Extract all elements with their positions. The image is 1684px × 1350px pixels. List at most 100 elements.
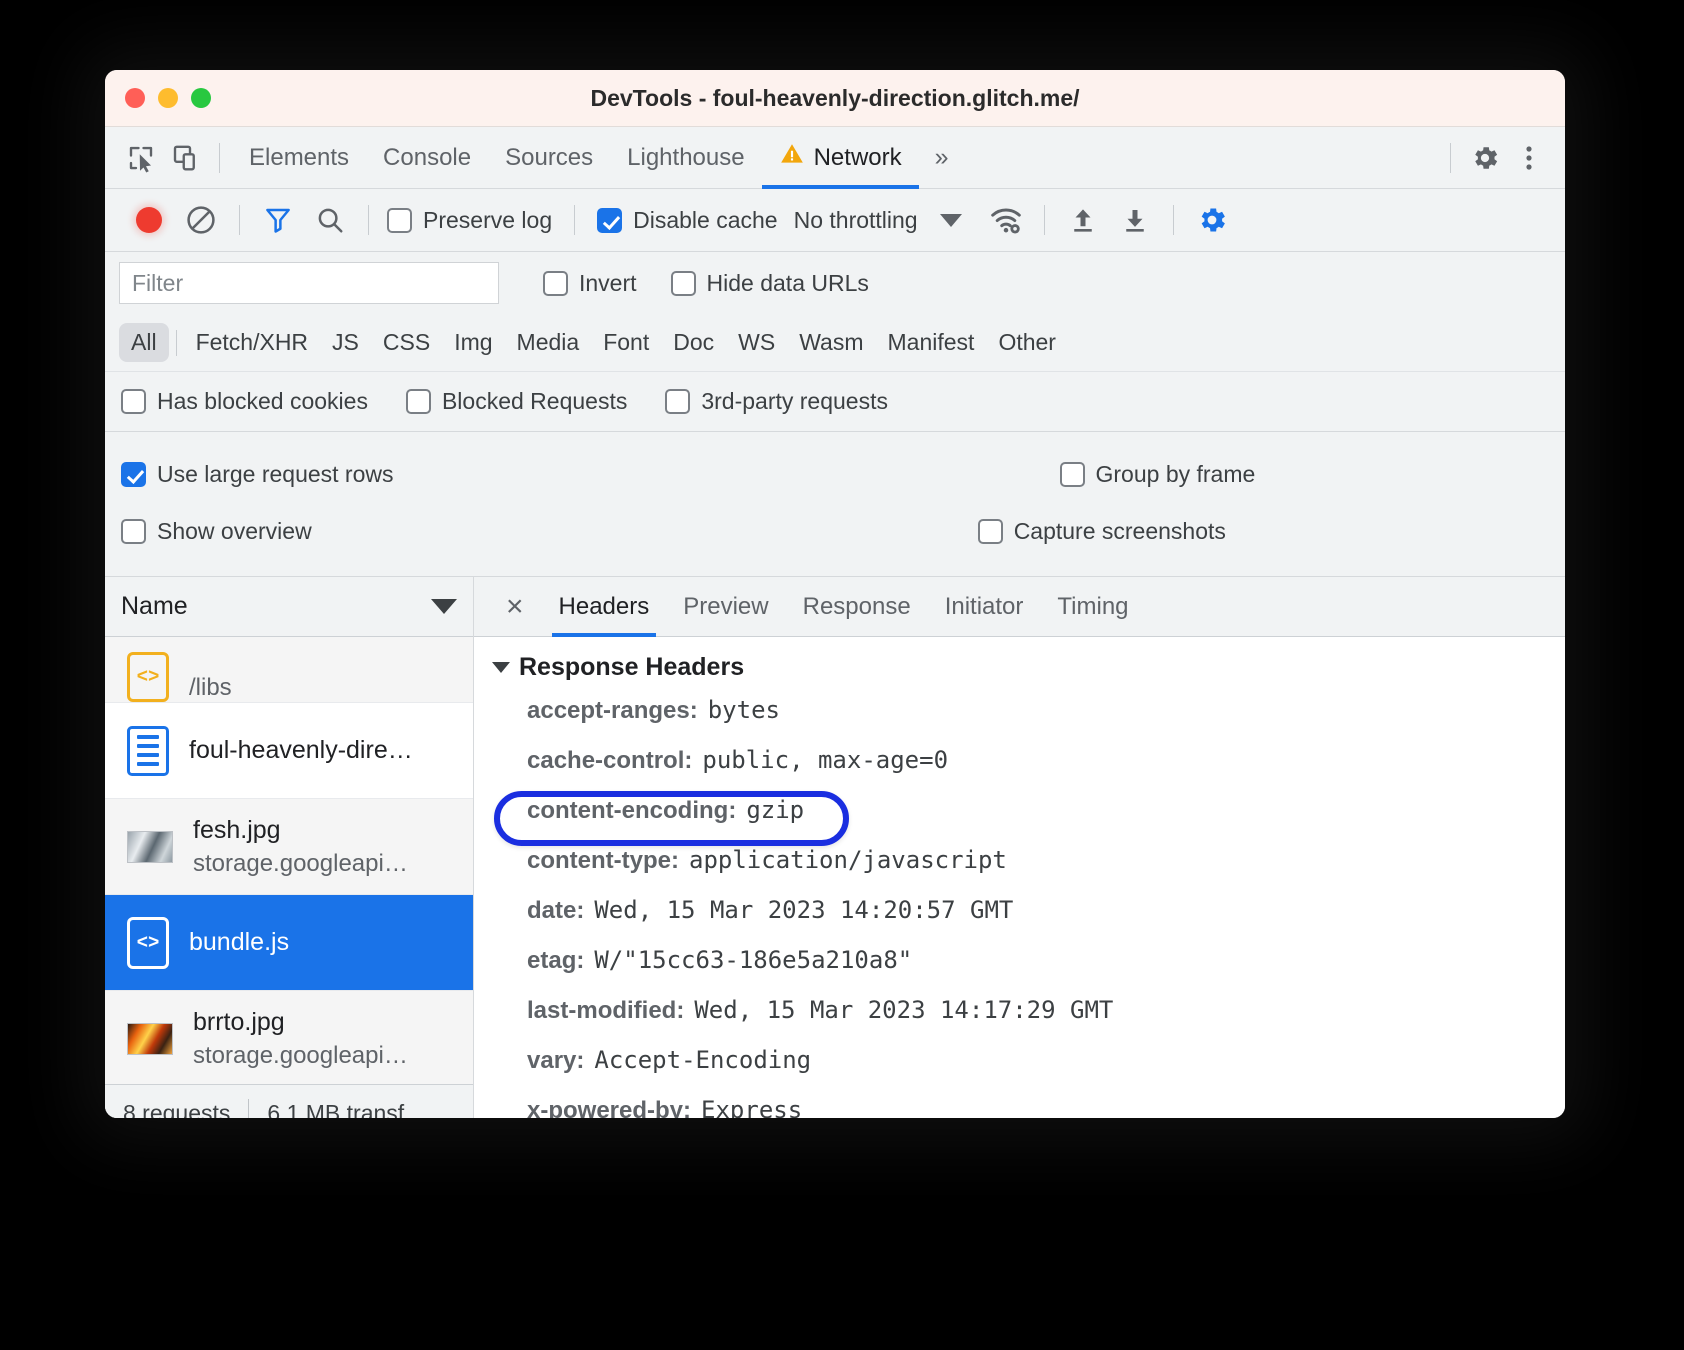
- preserve-log-label: Preserve log: [423, 207, 552, 234]
- tab-sources[interactable]: Sources: [488, 127, 610, 189]
- table-row[interactable]: <> /libs: [105, 637, 473, 703]
- throttling-select[interactable]: No throttling: [794, 207, 918, 234]
- record-button[interactable]: [123, 194, 175, 246]
- tab-initiator[interactable]: Initiator: [928, 577, 1041, 637]
- has-blocked-cookies-box: [121, 389, 146, 414]
- import-har-icon[interactable]: [1057, 194, 1109, 246]
- type-chip-all[interactable]: All: [119, 323, 169, 362]
- close-icon[interactable]: ×: [488, 592, 542, 622]
- type-chip-js[interactable]: JS: [320, 323, 371, 362]
- group-by-frame-checkbox[interactable]: Group by frame: [1060, 461, 1256, 488]
- detail-tab-strip: × Headers Preview Response Initiator Tim…: [474, 577, 1565, 637]
- table-row[interactable]: fesh.jpg storage.googleapi…: [105, 799, 473, 895]
- more-tabs-icon[interactable]: »: [919, 143, 965, 172]
- capture-screenshots-box: [978, 519, 1003, 544]
- tab-elements[interactable]: Elements: [232, 127, 366, 189]
- network-settings-gear-icon[interactable]: [1186, 194, 1238, 246]
- header-row-vary: vary: Accept-Encoding: [474, 1046, 1565, 1096]
- header-value: gzip: [746, 796, 804, 824]
- type-chip-wasm[interactable]: Wasm: [787, 323, 875, 362]
- header-value: Accept-Encoding: [594, 1046, 811, 1074]
- tab-lighthouse[interactable]: Lighthouse: [610, 127, 761, 189]
- tab-lighthouse-label: Lighthouse: [627, 144, 744, 172]
- toolbar-divider: [219, 143, 220, 173]
- kebab-menu-icon[interactable]: [1507, 136, 1551, 180]
- js-file-icon: <>: [127, 917, 169, 969]
- hide-data-urls-box: [671, 271, 696, 296]
- header-value: public, max-age=0: [702, 746, 948, 774]
- type-chip-other[interactable]: Other: [986, 323, 1068, 362]
- tab-network[interactable]: Network: [762, 127, 919, 189]
- header-value: W/"15cc63-186e5a210a8": [594, 946, 912, 974]
- response-headers-section-toggle[interactable]: Response Headers: [474, 653, 1565, 682]
- traffic-lights: [125, 88, 211, 108]
- search-icon[interactable]: [304, 194, 356, 246]
- device-toolbar-icon[interactable]: [163, 136, 207, 180]
- invert-checkbox[interactable]: Invert: [543, 270, 637, 297]
- use-large-request-rows-checkbox[interactable]: Use large request rows: [121, 461, 394, 488]
- filter-bar: Invert Hide data URLs: [105, 252, 1565, 314]
- capture-screenshots-checkbox[interactable]: Capture screenshots: [978, 518, 1226, 545]
- header-row-x-powered-by: x-powered-by: Express: [474, 1096, 1565, 1118]
- type-chip-media[interactable]: Media: [505, 323, 592, 362]
- image-thumbnail-icon: [127, 831, 173, 863]
- filter-input[interactable]: [119, 262, 499, 304]
- tab-timing[interactable]: Timing: [1040, 577, 1145, 637]
- type-chip-img[interactable]: Img: [442, 323, 504, 362]
- settings-row-1: Use large request rows Group by frame: [105, 446, 1565, 503]
- tab-response[interactable]: Response: [786, 577, 928, 637]
- sort-descending-caret-icon[interactable]: [431, 599, 457, 614]
- title-bar: DevTools - foul-heavenly-direction.glitc…: [105, 70, 1565, 127]
- column-header-label: Name: [121, 592, 188, 621]
- request-name: bundle.js: [189, 928, 289, 957]
- preserve-log-checkbox[interactable]: Preserve log: [387, 207, 552, 234]
- hide-data-urls-checkbox[interactable]: Hide data URLs: [671, 270, 869, 297]
- maximize-window-button[interactable]: [191, 88, 211, 108]
- show-overview-checkbox[interactable]: Show overview: [121, 518, 312, 545]
- blocked-requests-label: Blocked Requests: [442, 388, 627, 415]
- tab-headers[interactable]: Headers: [542, 577, 667, 637]
- disable-cache-checkbox[interactable]: Disable cache: [597, 207, 777, 234]
- minimize-window-button[interactable]: [158, 88, 178, 108]
- third-party-requests-checkbox[interactable]: 3rd-party requests: [665, 388, 888, 415]
- header-value: Wed, 15 Mar 2023 14:17:29 GMT: [694, 996, 1113, 1024]
- type-chip-ws[interactable]: WS: [726, 323, 787, 362]
- transferred-size: 6.1 MB transf: [267, 1100, 404, 1118]
- chevron-down-icon[interactable]: [940, 214, 962, 227]
- type-chip-doc[interactable]: Doc: [661, 323, 726, 362]
- has-blocked-cookies-checkbox[interactable]: Has blocked cookies: [121, 388, 368, 415]
- tab-sources-label: Sources: [505, 144, 593, 172]
- filter-funnel-icon[interactable]: [252, 194, 304, 246]
- close-window-button[interactable]: [125, 88, 145, 108]
- tab-network-label: Network: [814, 144, 902, 172]
- export-har-icon[interactable]: [1109, 194, 1161, 246]
- response-headers-section-label: Response Headers: [519, 653, 744, 682]
- request-rows[interactable]: <> /libs foul-heavenly-dire…: [105, 637, 473, 1084]
- network-status-bar: 8 requests 6.1 MB transf: [105, 1084, 473, 1118]
- toolbar-divider-1: [239, 205, 240, 235]
- header-name: date:: [527, 897, 584, 925]
- network-conditions-icon[interactable]: [980, 194, 1032, 246]
- show-overview-box: [121, 519, 146, 544]
- column-header-name[interactable]: Name: [105, 577, 473, 637]
- gear-icon[interactable]: [1463, 136, 1507, 180]
- js-file-icon: <>: [127, 652, 169, 702]
- table-row[interactable]: <> bundle.js: [105, 895, 473, 991]
- table-row[interactable]: foul-heavenly-dire…: [105, 703, 473, 799]
- capture-screenshots-label: Capture screenshots: [1014, 518, 1226, 545]
- inspect-element-icon[interactable]: [119, 136, 163, 180]
- table-row[interactable]: brrto.jpg storage.googleapi…: [105, 991, 473, 1084]
- type-chip-manifest[interactable]: Manifest: [876, 323, 987, 362]
- use-large-request-rows-label: Use large request rows: [157, 461, 394, 488]
- request-subtitle: storage.googleapi…: [193, 850, 408, 878]
- blocked-requests-checkbox[interactable]: Blocked Requests: [406, 388, 627, 415]
- type-chip-fetch-xhr[interactable]: Fetch/XHR: [184, 323, 320, 362]
- request-name: brrto.jpg: [193, 1008, 408, 1037]
- type-chip-css[interactable]: CSS: [371, 323, 442, 362]
- clear-icon[interactable]: [175, 194, 227, 246]
- type-chip-font[interactable]: Font: [591, 323, 661, 362]
- header-row-accept-ranges: accept-ranges: bytes: [474, 696, 1565, 746]
- devtools-tab-strip: Elements Console Sources Lighthouse: [105, 127, 1565, 189]
- tab-console[interactable]: Console: [366, 127, 488, 189]
- tab-preview[interactable]: Preview: [666, 577, 785, 637]
